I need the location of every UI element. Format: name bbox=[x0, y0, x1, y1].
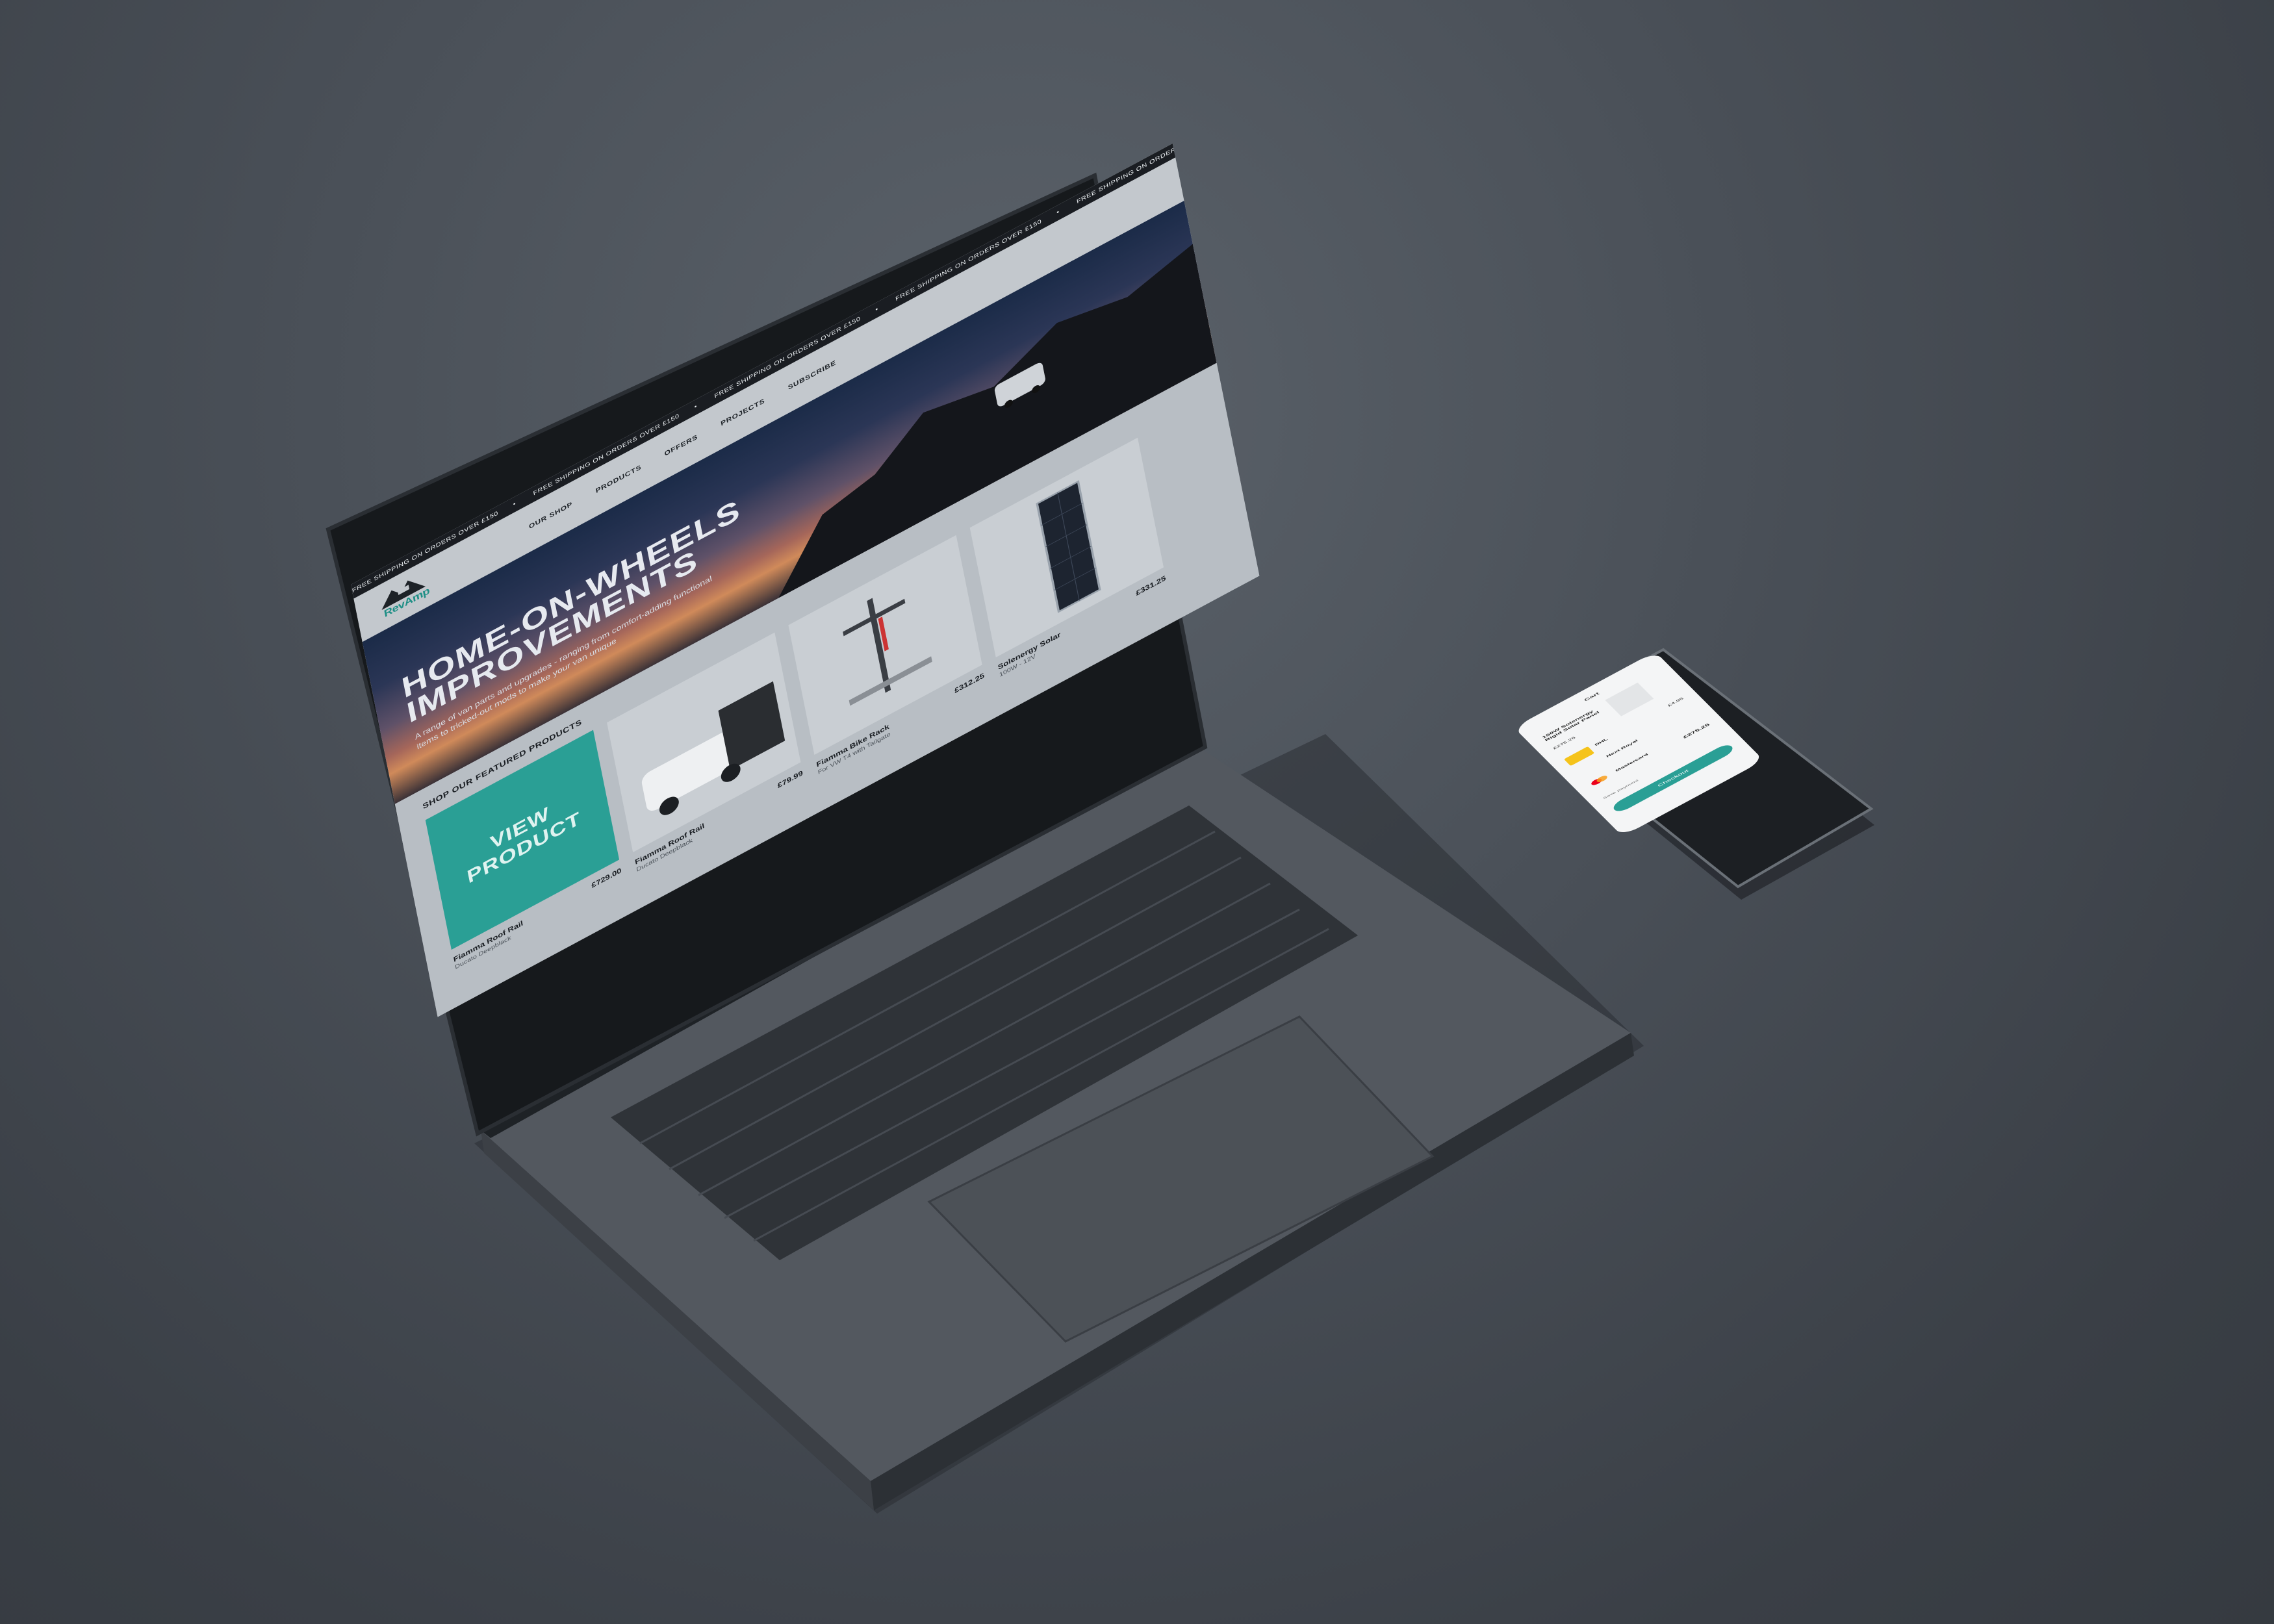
shipping-price: £4.95 bbox=[1667, 696, 1685, 707]
cart-item-price: £275.25 bbox=[1552, 736, 1577, 750]
shipping-name: DHL bbox=[1594, 737, 1609, 747]
dhl-logo-icon bbox=[1563, 746, 1595, 767]
payment-name: Mastercard bbox=[1615, 752, 1650, 772]
mockup-scene: FREE SHIPPING ON ORDERS OVER £150• FREE … bbox=[0, 0, 2274, 1624]
phone-body bbox=[1527, 648, 1874, 900]
payment-method[interactable]: Mastercard bbox=[1586, 718, 1711, 790]
mastercard-icon bbox=[1591, 776, 1607, 785]
